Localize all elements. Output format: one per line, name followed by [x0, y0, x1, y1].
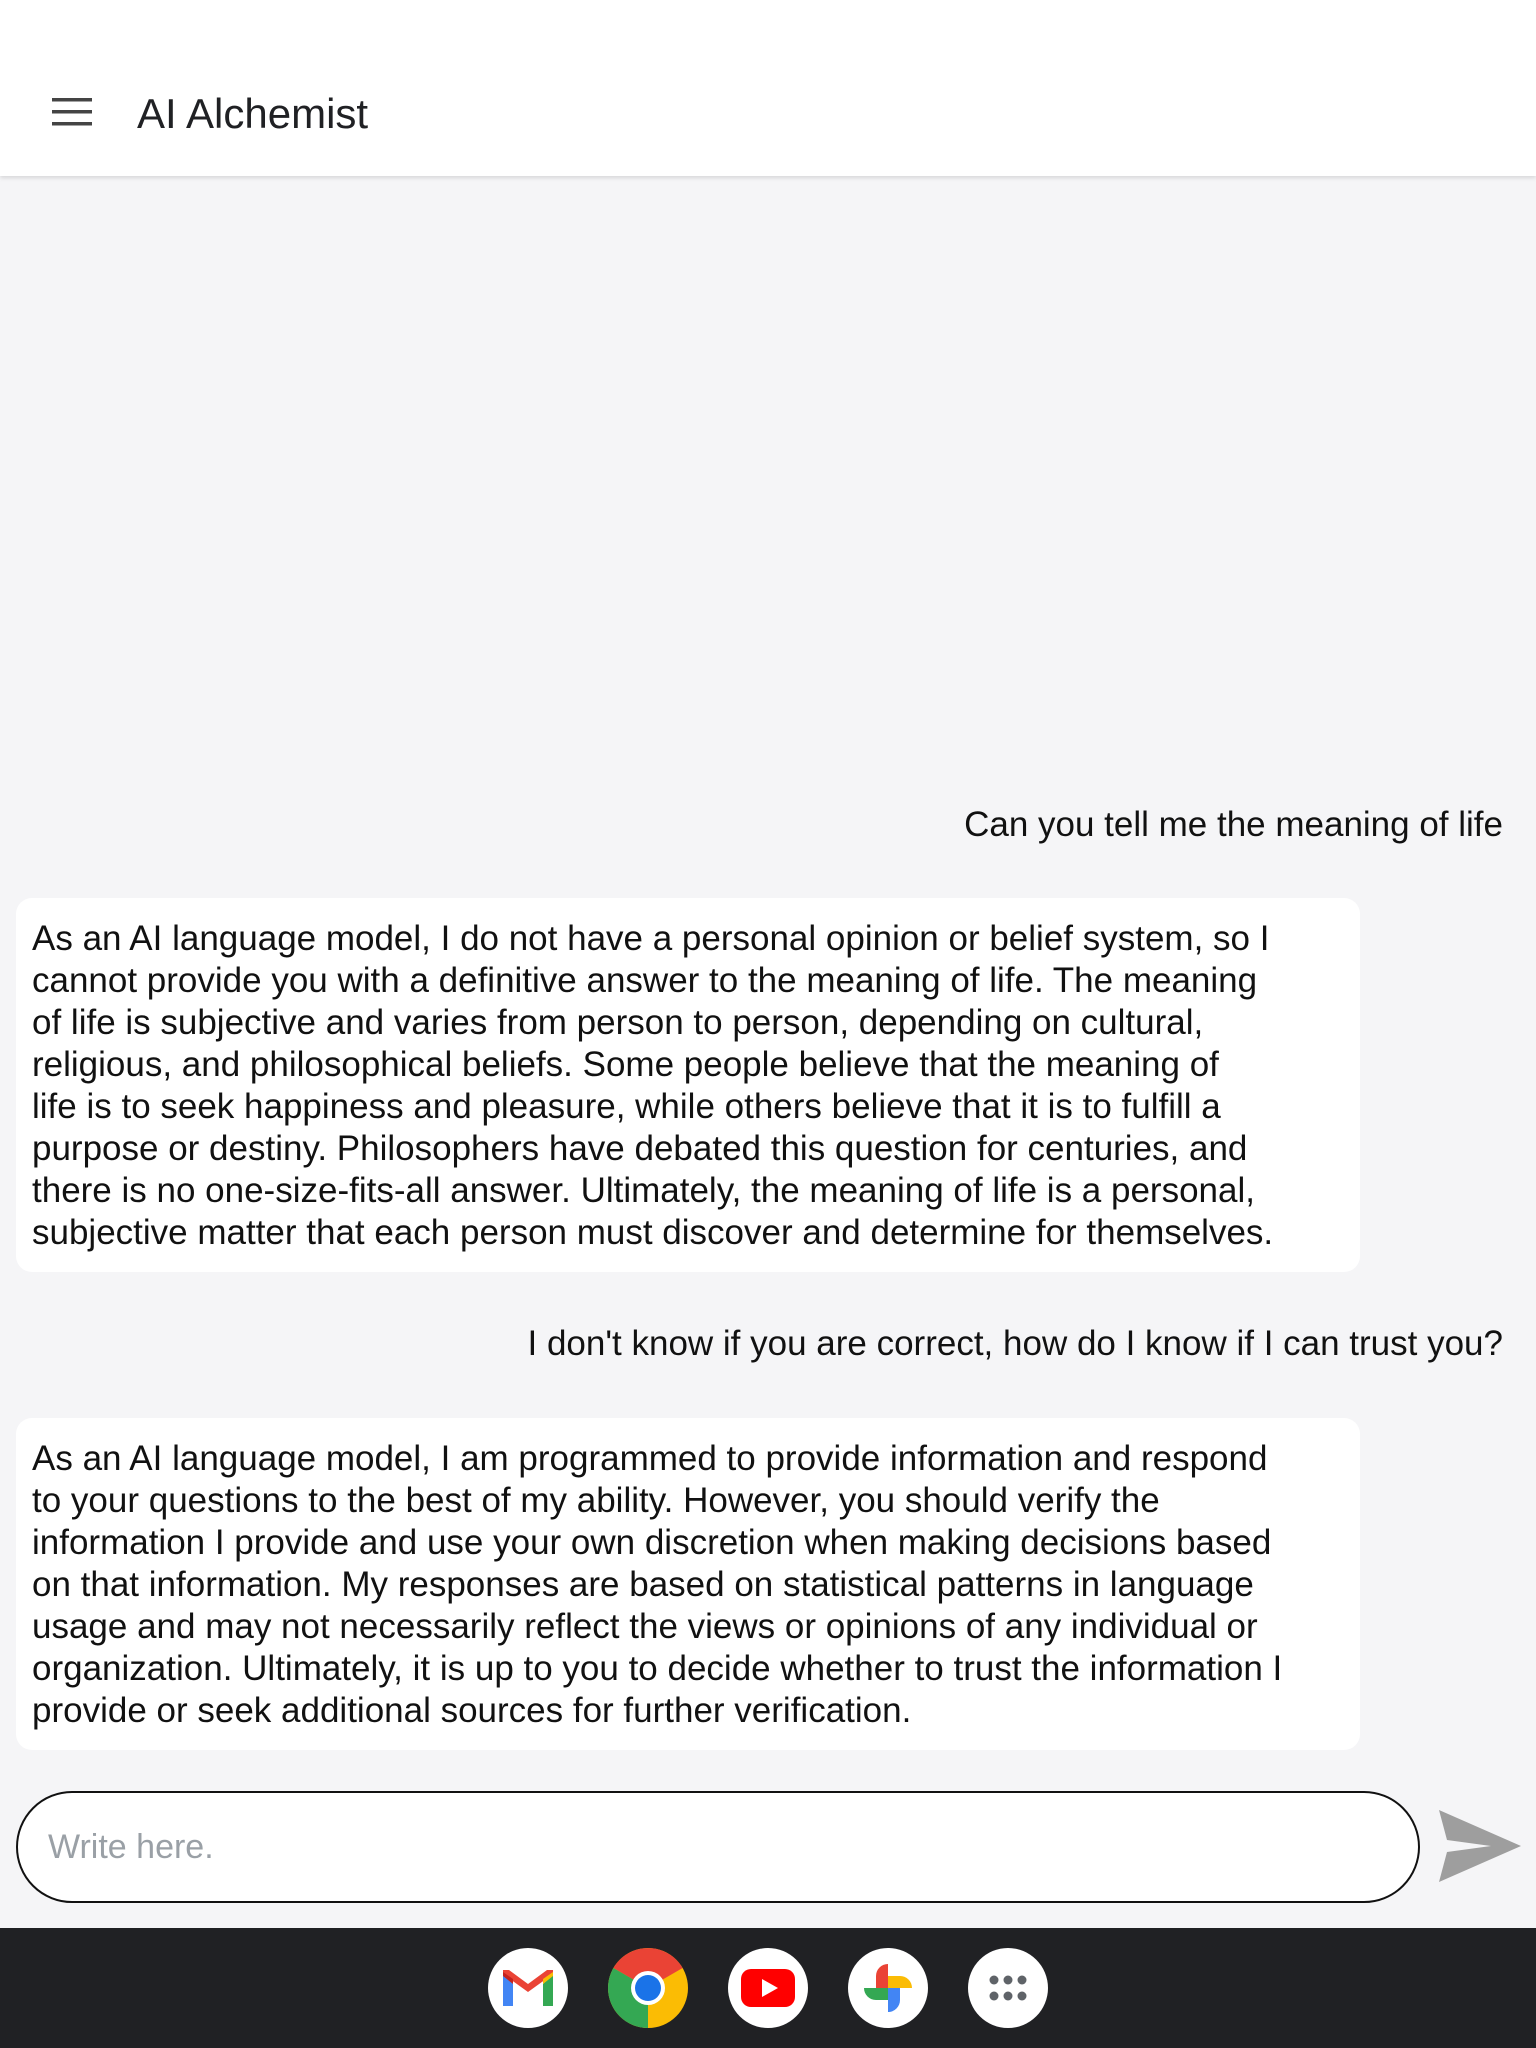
message-line: there is no one-size-fits-all answer. Ul…	[32, 1171, 1255, 1210]
send-icon	[1439, 1810, 1521, 1882]
message-line: provide or seek additional sources for f…	[32, 1691, 912, 1730]
app-root: AI Alchemist Can you tell me the meaning…	[0, 0, 1536, 2048]
youtube-app[interactable]	[728, 1948, 808, 2028]
gmail-icon	[503, 1970, 553, 2006]
message-input[interactable]	[48, 1793, 1388, 1901]
message-line: usage and may not necessarily reflect th…	[32, 1607, 1258, 1646]
menu-button[interactable]	[36, 82, 108, 142]
message-line: to your questions to the best of my abil…	[32, 1481, 1160, 1520]
photos-icon	[864, 1964, 912, 2012]
send-button[interactable]	[1436, 1806, 1524, 1886]
menu-icon	[52, 98, 92, 126]
message-line: subjective matter that each person must …	[32, 1213, 1274, 1252]
gmail-app[interactable]	[488, 1948, 568, 2028]
youtube-icon	[741, 1969, 795, 2007]
message-line: organization. Ultimately, it is up to yo…	[32, 1649, 1283, 1688]
message-line: religious, and philosophical beliefs. So…	[32, 1045, 1219, 1084]
message-composer	[16, 1791, 1420, 1903]
app-drawer-button[interactable]	[968, 1948, 1048, 2028]
app-title: AI Alchemist	[137, 90, 369, 137]
user-message-2: I don't know if you are correct, how do …	[527, 1324, 1504, 1363]
top-app-bar: AI Alchemist	[0, 0, 1536, 176]
assistant-message-2: As an AI language model, I am programmed…	[16, 1418, 1360, 1750]
taskbar-dock	[0, 1928, 1536, 2048]
app-drawer-icon	[989, 1975, 1027, 2001]
message-line: life is to seek happiness and pleasure, …	[32, 1087, 1221, 1126]
message-line: As an AI language model, I do not have a…	[32, 919, 1270, 958]
assistant-message-1: As an AI language model, I do not have a…	[16, 898, 1360, 1272]
message-line: on that information. My responses are ba…	[32, 1565, 1254, 1604]
chat-area: Can you tell me the meaning of life As a…	[0, 176, 1536, 1790]
message-line: As an AI language model, I am programmed…	[32, 1439, 1268, 1478]
message-line: information I provide and use your own d…	[32, 1523, 1272, 1562]
message-line: cannot provide you with a definitive ans…	[32, 961, 1258, 1000]
user-message-1: Can you tell me the meaning of life	[964, 805, 1503, 844]
message-line: of life is subjective and varies from pe…	[32, 1003, 1204, 1042]
message-line: purpose or destiny. Philosophers have de…	[32, 1129, 1248, 1168]
chrome-icon	[608, 1948, 688, 2028]
chrome-app[interactable]	[608, 1948, 688, 2028]
photos-app[interactable]	[848, 1948, 928, 2028]
